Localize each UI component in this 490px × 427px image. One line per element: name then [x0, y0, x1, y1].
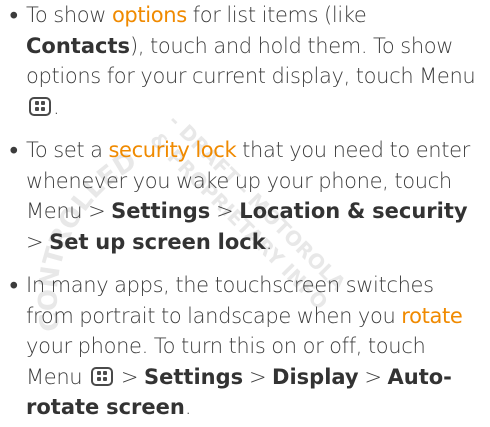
bold-settings: Settings	[144, 364, 244, 389]
bullet-icon: •	[7, 4, 21, 30]
list-item-security-lock: • To set a security lock that you need t…	[0, 135, 484, 257]
list-item-text: To show options for list items (like Con…	[26, 3, 476, 119]
menu-key-icon	[91, 366, 114, 386]
bold-display: Display	[272, 364, 359, 389]
keyword-security-lock: security lock	[108, 138, 237, 162]
bold-location-security: Location & security	[239, 199, 468, 223]
list-item-text: To set a security lock that you need to …	[26, 138, 470, 254]
bold-contacts: Contacts	[26, 33, 130, 58]
keyword-rotate: rotate	[401, 303, 463, 328]
bold-set-up-screen-lock: Set up screen lock	[49, 229, 266, 254]
list-item-rotate: • In many apps, the touchscreen switches…	[0, 270, 484, 423]
list-item-options: • To show options for list items (like C…	[0, 0, 484, 122]
keyword-options: options	[111, 3, 187, 27]
menu-key-icon	[29, 96, 51, 116]
list-item-text: In many apps, the touchscreen switches f…	[26, 273, 463, 419]
bold-settings: Settings	[111, 199, 211, 223]
tips-list: • To show options for list items (like C…	[0, 0, 490, 423]
bullet-icon: •	[7, 139, 21, 165]
bullet-icon: •	[7, 274, 21, 300]
